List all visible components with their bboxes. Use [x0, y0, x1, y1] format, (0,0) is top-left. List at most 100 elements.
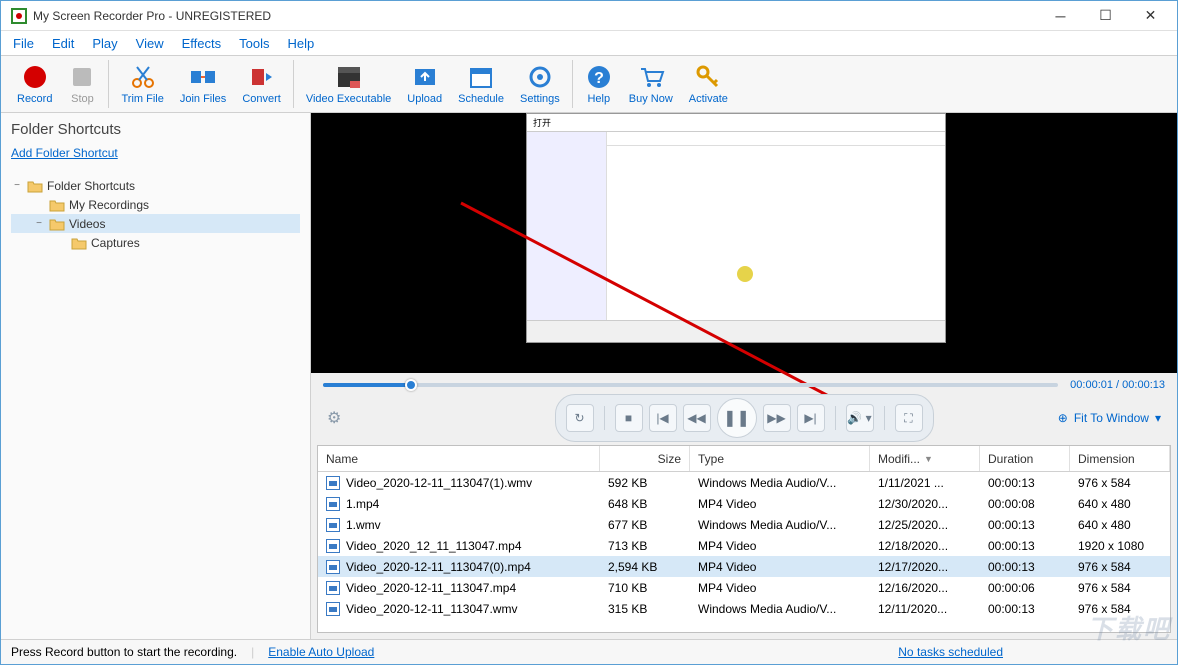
forward-button[interactable]: ▶▶ — [763, 404, 791, 432]
file-size: 677 KB — [600, 516, 690, 534]
table-row[interactable]: Video_2020-12-11_113047(0).mp42,594 KBMP… — [318, 556, 1170, 577]
tree-label: Folder Shortcuts — [47, 179, 135, 193]
tree-node[interactable]: − Videos — [11, 214, 300, 233]
file-size: 2,594 KB — [600, 558, 690, 576]
cart-icon — [637, 63, 665, 91]
repeat-button[interactable]: ↻ — [566, 404, 594, 432]
enable-auto-upload-link[interactable]: Enable Auto Upload — [268, 645, 374, 659]
help-button[interactable]: ?Help — [577, 57, 621, 111]
sidebar-title: Folder Shortcuts — [11, 121, 300, 138]
rewind-button[interactable]: ◀◀ — [683, 404, 711, 432]
next-button[interactable]: ▶| — [797, 404, 825, 432]
menu-effects[interactable]: Effects — [182, 36, 222, 51]
file-dimension: 640 x 480 — [1070, 495, 1170, 513]
tree-node[interactable]: Captures — [11, 233, 300, 252]
seek-thumb[interactable] — [405, 379, 417, 391]
settings-button[interactable]: Settings — [512, 57, 568, 111]
tree-label: Videos — [69, 217, 105, 231]
video-exe-button[interactable]: Video Executable — [298, 57, 399, 111]
table-row[interactable]: 1.wmv677 KBWindows Media Audio/V...12/25… — [318, 514, 1170, 535]
clapper-icon — [335, 63, 363, 91]
file-duration: 00:00:13 — [980, 600, 1070, 618]
buy-button[interactable]: Buy Now — [621, 57, 681, 111]
col-type[interactable]: Type — [690, 446, 870, 471]
prev-button[interactable]: |◀ — [649, 404, 677, 432]
file-name: Video_2020_12_11_113047.mp4 — [346, 539, 522, 553]
file-duration: 00:00:08 — [980, 495, 1070, 513]
file-name: 1.wmv — [346, 518, 381, 532]
file-type: Windows Media Audio/V... — [690, 600, 870, 618]
menu-help[interactable]: Help — [287, 36, 314, 51]
menu-file[interactable]: File — [13, 36, 34, 51]
table-row[interactable]: Video_2020-12-11_113047(1).wmv592 KBWind… — [318, 472, 1170, 493]
video-file-icon — [326, 581, 340, 595]
menu-edit[interactable]: Edit — [52, 36, 74, 51]
record-icon — [21, 63, 49, 91]
file-modified: 12/17/2020... — [870, 558, 980, 576]
menu-tools[interactable]: Tools — [239, 36, 269, 51]
seek-bar[interactable] — [323, 383, 1058, 387]
tree-node[interactable]: − Folder Shortcuts — [11, 176, 300, 195]
convert-button[interactable]: Convert — [234, 57, 289, 111]
table-row[interactable]: 1.mp4648 KBMP4 Video12/30/2020...00:00:0… — [318, 493, 1170, 514]
fit-to-window-dropdown[interactable]: ⊕Fit To Window▾ — [1058, 411, 1161, 425]
record-button[interactable]: Record — [9, 57, 60, 111]
col-dimension[interactable]: Dimension — [1070, 446, 1170, 471]
help-icon: ? — [585, 63, 613, 91]
col-size[interactable]: Size — [600, 446, 690, 471]
file-size: 592 KB — [600, 474, 690, 492]
stop-button: Stop — [60, 57, 104, 111]
table-row[interactable]: Video_2020-12-11_113047.mp4710 KBMP4 Vid… — [318, 577, 1170, 598]
col-duration[interactable]: Duration — [980, 446, 1070, 471]
window-title: My Screen Recorder Pro - UNREGISTERED — [33, 9, 1038, 23]
tree-node[interactable]: My Recordings — [11, 195, 300, 214]
file-name: Video_2020-12-11_113047(1).wmv — [346, 476, 532, 490]
add-folder-shortcut-link[interactable]: Add Folder Shortcut — [11, 146, 118, 160]
join-button[interactable]: Join Files — [172, 57, 234, 111]
title-bar: My Screen Recorder Pro - UNREGISTERED ─ … — [1, 1, 1177, 31]
volume-button[interactable]: 🔊 ▾ — [846, 404, 874, 432]
file-name: Video_2020-12-11_113047.wmv — [346, 602, 517, 616]
trim-button[interactable]: Trim File — [113, 57, 171, 111]
file-dimension: 976 x 584 — [1070, 558, 1170, 576]
video-file-icon — [326, 497, 340, 511]
expand-toggle[interactable]: − — [33, 218, 45, 229]
schedule-button[interactable]: Schedule — [450, 57, 512, 111]
table-row[interactable]: Video_2020-12-11_113047.wmv315 KBWindows… — [318, 598, 1170, 619]
control-stop-button[interactable]: ■ — [615, 404, 643, 432]
file-type: MP4 Video — [690, 537, 870, 555]
svg-text:?: ? — [594, 70, 604, 87]
file-duration: 00:00:13 — [980, 474, 1070, 492]
upload-button[interactable]: Upload — [399, 57, 450, 111]
file-dimension: 976 x 584 — [1070, 579, 1170, 597]
table-row[interactable]: Video_2020_12_11_113047.mp4713 KBMP4 Vid… — [318, 535, 1170, 556]
file-dimension: 976 x 584 — [1070, 474, 1170, 492]
play-pause-button[interactable]: ❚❚ — [717, 398, 757, 438]
sort-desc-icon: ▼ — [924, 454, 933, 464]
file-list-header: Name Size Type Modifi...▼ Duration Dimen… — [318, 446, 1170, 472]
maximize-button[interactable]: ☐ — [1083, 2, 1128, 30]
col-name[interactable]: Name — [318, 446, 600, 471]
file-type: MP4 Video — [690, 495, 870, 513]
file-modified: 12/25/2020... — [870, 516, 980, 534]
sidebar: Folder Shortcuts Add Folder Shortcut − Fo… — [1, 113, 311, 639]
activate-button[interactable]: Activate — [681, 57, 736, 111]
key-icon — [694, 63, 722, 91]
menu-play[interactable]: Play — [92, 36, 117, 51]
file-dimension: 1920 x 1080 — [1070, 537, 1170, 555]
expand-toggle[interactable]: − — [11, 180, 23, 191]
close-button[interactable]: ✕ — [1128, 2, 1173, 30]
file-modified: 1/11/2021 ... — [870, 474, 980, 492]
upload-icon — [411, 63, 439, 91]
minimize-button[interactable]: ─ — [1038, 2, 1083, 30]
fullscreen-button[interactable]: ⛶ — [895, 404, 923, 432]
no-tasks-link[interactable]: No tasks scheduled — [898, 645, 1003, 659]
tree-label: Captures — [91, 236, 140, 250]
status-message: Press Record button to start the recordi… — [11, 645, 237, 659]
file-dimension: 640 x 480 — [1070, 516, 1170, 534]
menu-view[interactable]: View — [136, 36, 164, 51]
col-modified[interactable]: Modifi...▼ — [870, 446, 980, 471]
player-settings-icon[interactable]: ⚙ — [327, 408, 341, 428]
file-duration: 00:00:13 — [980, 558, 1070, 576]
file-name: Video_2020-12-11_113047.mp4 — [346, 581, 516, 595]
